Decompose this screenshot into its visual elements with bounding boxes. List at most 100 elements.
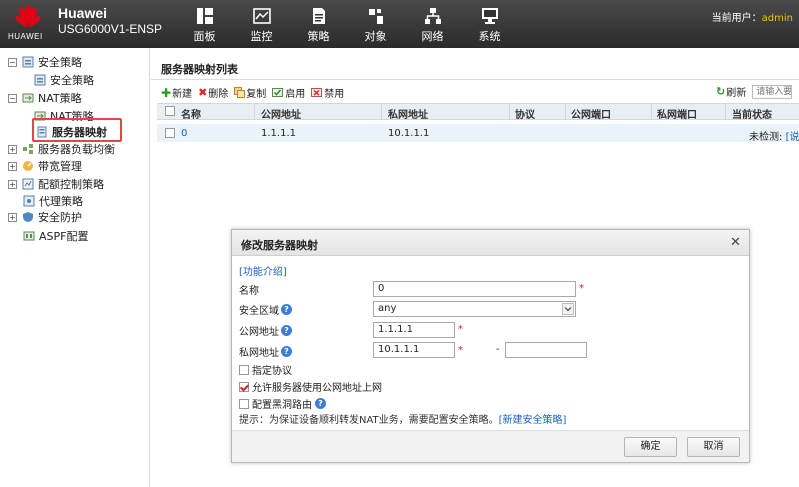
nav-network[interactable]: 网络 (404, 0, 461, 48)
table-row[interactable]: 0 1.1.1.1 10.1.1.1 未检测: [说 (157, 124, 799, 143)
blackhole-route-option[interactable]: 配置黑洞路由? (239, 396, 326, 411)
copy-button[interactable]: 复制 (234, 85, 266, 100)
sidebar-item-quota[interactable]: + 配额控制策略 (8, 176, 104, 192)
zone-label-text: 安全区域 (239, 306, 279, 317)
nav-system[interactable]: 系统 (461, 0, 518, 48)
sidebar-item-load-balance[interactable]: + 服务器负载均衡 (8, 141, 115, 157)
nav-label-monitor: 监控 (250, 30, 273, 43)
required-asterisk: * (458, 324, 463, 335)
current-user-name[interactable]: admin (762, 13, 793, 24)
title-divider (151, 79, 799, 80)
dialog-footer: 确定 取消 (232, 430, 749, 462)
toolbar: ✚ 新建 ✖ 删除 复制 启用 禁用 (161, 85, 344, 101)
enable-icon (272, 88, 284, 97)
col-public-port[interactable]: 公网端口 (571, 106, 611, 121)
sidebar-item-bandwidth[interactable]: + 带宽管理 (8, 158, 82, 174)
refresh-button[interactable]: ↻ 刷新 (716, 84, 746, 99)
sidebar-item-security-protection[interactable]: + 安全防护 (8, 209, 82, 225)
nav-object[interactable]: 对象 (347, 0, 404, 48)
new-button[interactable]: ✚ 新建 (161, 85, 192, 101)
col-protocol[interactable]: 协议 (515, 106, 535, 121)
row-name-link[interactable]: 0 (181, 128, 187, 139)
close-icon[interactable]: ✕ (730, 235, 741, 250)
col-status[interactable]: 当前状态 (732, 106, 772, 121)
collapse-icon[interactable]: − (8, 57, 17, 67)
row-checkbox[interactable] (165, 128, 175, 138)
nav-monitor[interactable]: 监控 (233, 0, 290, 48)
sidebar-item-aspf[interactable]: ASPF配置 (23, 228, 88, 244)
selection-highlight (32, 118, 122, 142)
status-detail-link[interactable]: [说 (786, 132, 799, 143)
chevron-down-icon[interactable] (562, 303, 574, 315)
blackhole-route-label: 配置黑洞路由 (252, 400, 312, 411)
expand-icon[interactable]: + (8, 161, 17, 171)
expand-icon[interactable]: + (8, 212, 17, 222)
huawei-logo-icon (15, 5, 41, 28)
page-title: 服务器映射列表 (161, 63, 238, 76)
disable-button[interactable]: 禁用 (311, 85, 344, 100)
enable-label: 启用 (285, 89, 306, 100)
enable-button[interactable]: 启用 (272, 85, 305, 100)
column-divider (565, 104, 566, 119)
name-input[interactable]: 0 (373, 281, 576, 297)
private-ip-input[interactable]: 10.1.1.1 (373, 342, 455, 358)
blackhole-route-checkbox[interactable] (239, 398, 249, 409)
help-icon[interactable]: ? (281, 325, 292, 336)
nav-policy[interactable]: 策略 (290, 0, 347, 48)
expand-icon[interactable]: + (8, 144, 17, 154)
required-asterisk: * (579, 283, 584, 294)
main-nav: 面板 监控 策略 对象 网络 系统 (176, 0, 518, 48)
help-icon[interactable]: ? (281, 346, 292, 357)
cancel-button[interactable]: 取消 (687, 437, 740, 457)
brand-name: Huawei (58, 5, 108, 21)
private-ip-field-label: 私网地址? (239, 344, 292, 359)
public-ip-field-label: 公网地址? (239, 323, 292, 338)
network-icon (424, 8, 441, 24)
search-input[interactable]: 请输入要 (752, 84, 793, 99)
sidebar-item-label: 带宽管理 (38, 160, 82, 173)
allow-public-internet-option[interactable]: 允许服务器使用公网地址上网 (239, 379, 382, 394)
private-ip-label-text: 私网地址 (239, 348, 279, 359)
col-name[interactable]: 名称 (181, 106, 201, 121)
column-divider (381, 104, 382, 119)
new-security-policy-link[interactable]: [新建安全策略] (499, 415, 567, 426)
sidebar-item-proxy[interactable]: 代理策略 (23, 193, 83, 209)
column-divider (725, 104, 726, 119)
private-ip-end-input[interactable] (505, 342, 587, 358)
ok-button[interactable]: 确定 (624, 437, 677, 457)
delete-button[interactable]: ✖ 删除 (198, 85, 228, 100)
zone-select[interactable]: any (373, 301, 576, 317)
expand-icon[interactable]: + (8, 179, 17, 189)
sidebar-item-nat-group[interactable]: − NAT策略 (8, 90, 82, 106)
col-private-port[interactable]: 私网端口 (657, 106, 697, 121)
function-intro-link[interactable]: [功能介绍] (239, 263, 287, 278)
sidebar-item-label: 服务器负载均衡 (38, 143, 115, 156)
delete-label: 删除 (208, 89, 229, 100)
bandwidth-icon (23, 161, 33, 171)
specify-protocol-label: 指定协议 (252, 366, 292, 377)
delete-icon: ✖ (198, 86, 208, 99)
object-icon (368, 9, 383, 24)
sidebar-item-label: ASPF配置 (39, 230, 89, 243)
range-dash: - (496, 344, 500, 355)
specify-protocol-checkbox[interactable] (239, 364, 249, 375)
collapse-icon[interactable]: − (8, 93, 17, 103)
add-icon: ✚ (161, 85, 172, 100)
help-icon[interactable]: ? (281, 304, 292, 315)
sidebar-item-security-policy-group[interactable]: − 安全策略 (8, 54, 82, 70)
select-all-checkbox[interactable] (165, 106, 175, 116)
security-policy-icon (22, 56, 34, 68)
brand-model: USG6000V1-ENSP (58, 22, 163, 36)
system-icon (481, 8, 498, 24)
specify-protocol-option[interactable]: 指定协议 (239, 362, 292, 377)
allow-public-internet-checkbox[interactable] (239, 381, 249, 392)
col-public-ip[interactable]: 公网地址 (261, 106, 301, 121)
dashboard-icon (196, 8, 213, 24)
sidebar-item-security-policy[interactable]: 安全策略 (34, 72, 94, 88)
dialog-title: 修改服务器映射 (241, 239, 318, 252)
help-icon[interactable]: ? (315, 398, 326, 409)
row-status: 未检测: [说 (749, 128, 799, 143)
col-private-ip[interactable]: 私网地址 (388, 106, 428, 121)
nav-dashboard[interactable]: 面板 (176, 0, 233, 48)
public-ip-input[interactable]: 1.1.1.1 (373, 322, 455, 338)
